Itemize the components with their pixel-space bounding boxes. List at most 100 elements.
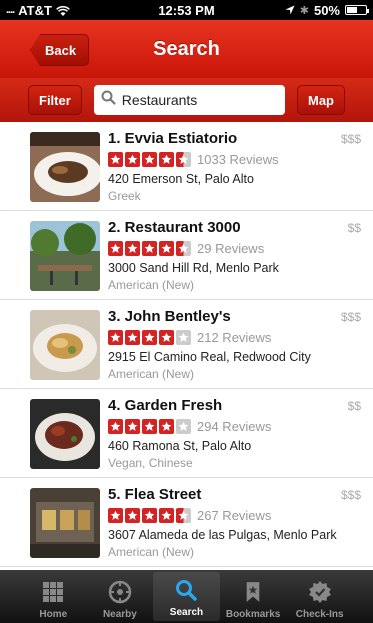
category: American (New) <box>108 545 195 559</box>
bookmark-icon <box>240 579 266 605</box>
star-icon <box>176 330 191 345</box>
tab-label: Bookmarks <box>225 609 281 620</box>
tab-label: Home <box>39 609 68 620</box>
star-rating: 294 Reviews <box>108 419 271 434</box>
price-level: $$ <box>347 399 361 413</box>
star-icon <box>125 241 140 256</box>
list-item[interactable]: 2. Restaurant 3000 $$ 29 Reviews 3000 Sa… <box>0 211 373 300</box>
star-icon <box>176 508 191 523</box>
review-count: 1033 Reviews <box>197 152 279 167</box>
status-left: .... AT&T <box>6 3 136 18</box>
star-rating: 267 Reviews <box>108 508 271 523</box>
list-item[interactable]: 3. John Bentley's $$$ 212 Reviews 2915 E… <box>0 300 373 389</box>
restaurant-name[interactable]: 5. Flea Street <box>108 486 201 503</box>
tab-label: Check-Ins <box>295 609 344 620</box>
star-rating: 29 Reviews <box>108 241 264 256</box>
star-icon <box>125 508 140 523</box>
results-list[interactable]: 1. Evvia Estiatorio $$$ 1033 Reviews 420… <box>0 122 373 570</box>
price-level: $$$ <box>340 310 361 324</box>
star-icon <box>176 152 191 167</box>
star-icon <box>142 241 157 256</box>
star-icon <box>176 419 191 434</box>
star-icon <box>142 508 157 523</box>
tab-label: Search <box>169 607 204 618</box>
grid-icon <box>40 579 66 605</box>
star-icon <box>159 330 174 345</box>
price-level: $$$ <box>340 132 361 146</box>
search-icon <box>101 90 116 110</box>
tab-home[interactable]: Home <box>20 570 87 623</box>
list-item[interactable]: 5. Flea Street $$$ 267 Reviews 3607 Alam… <box>0 478 373 567</box>
restaurant-name[interactable]: 2. Restaurant 3000 <box>108 219 241 236</box>
compass-icon <box>107 579 133 605</box>
nav-bar: Back Search <box>0 20 373 78</box>
review-count: 267 Reviews <box>197 508 272 523</box>
star-icon <box>125 330 140 345</box>
price-level: $$$ <box>340 488 361 502</box>
tab-label: Nearby <box>102 609 137 620</box>
battery-icon <box>345 5 369 15</box>
restaurant-thumbnail <box>30 399 100 469</box>
status-right: ✱ 50% <box>237 2 369 18</box>
page-title: Search <box>153 37 220 60</box>
search-field[interactable] <box>93 85 285 115</box>
category: American (New) <box>108 278 195 292</box>
star-icon <box>125 419 140 434</box>
list-item[interactable]: 4. Garden Fresh $$ 294 Reviews 460 Ramon… <box>0 389 373 478</box>
magnifier-icon <box>173 577 199 603</box>
star-rating: 212 Reviews <box>108 330 271 345</box>
star-icon <box>125 152 140 167</box>
price-level: $$ <box>347 221 361 235</box>
address: 460 Ramona St, Palo Alto <box>108 439 252 453</box>
address: 420 Emerson St, Palo Alto <box>108 172 254 186</box>
filter-button[interactable]: Filter <box>28 85 82 115</box>
address: 3000 Sand Hill Rd, Menlo Park <box>108 261 279 275</box>
star-icon <box>108 419 123 434</box>
restaurant-name[interactable]: 1. Evvia Estiatorio <box>108 130 237 147</box>
address: 2915 El Camino Real, Redwood City <box>108 350 311 364</box>
tab-bar: Home Nearby Search Bookmarks Check-Ins <box>0 570 373 623</box>
tab-check-ins[interactable]: Check-Ins <box>286 570 353 623</box>
badge-icon <box>307 579 333 605</box>
search-input[interactable] <box>121 92 278 108</box>
star-icon <box>142 419 157 434</box>
wifi-icon <box>56 5 70 16</box>
list-item[interactable]: 1. Evvia Estiatorio $$$ 1033 Reviews 420… <box>0 122 373 211</box>
category: Vegan, Chinese <box>108 456 193 470</box>
star-icon <box>108 330 123 345</box>
location-arrow-icon <box>285 3 295 18</box>
star-icon <box>108 508 123 523</box>
status-bar: .... AT&T 12:53 PM ✱ 50% <box>0 0 373 20</box>
back-button[interactable]: Back <box>30 34 90 66</box>
address: 3607 Alameda de las Pulgas, Menlo Park <box>108 528 337 542</box>
map-button[interactable]: Map <box>297 85 345 115</box>
star-icon <box>108 152 123 167</box>
star-icon <box>176 241 191 256</box>
star-icon <box>142 152 157 167</box>
restaurant-name[interactable]: 3. John Bentley's <box>108 308 231 325</box>
battery-percent: 50% <box>313 2 340 18</box>
restaurant-thumbnail <box>30 221 100 291</box>
star-rating: 1033 Reviews <box>108 152 279 167</box>
search-row: Filter Map <box>0 78 373 122</box>
star-icon <box>159 508 174 523</box>
signal-strength-icon: .... <box>6 4 15 16</box>
tab-bookmarks[interactable]: Bookmarks <box>220 570 287 623</box>
restaurant-name[interactable]: 4. Garden Fresh <box>108 397 222 414</box>
bluetooth-icon: ✱ <box>299 4 309 17</box>
review-count: 29 Reviews <box>197 241 265 256</box>
restaurant-thumbnail <box>30 310 100 380</box>
tab-search[interactable]: Search <box>153 572 220 621</box>
category: Greek <box>108 189 141 203</box>
star-icon <box>159 419 174 434</box>
restaurant-thumbnail <box>30 488 100 558</box>
restaurant-thumbnail <box>30 132 100 202</box>
carrier-name: AT&T <box>18 2 52 18</box>
review-count: 212 Reviews <box>197 330 272 345</box>
status-time: 12:53 PM <box>158 2 215 18</box>
star-icon <box>159 241 174 256</box>
star-icon <box>159 152 174 167</box>
star-icon <box>108 241 123 256</box>
tab-nearby[interactable]: Nearby <box>87 570 154 623</box>
review-count: 294 Reviews <box>197 419 272 434</box>
